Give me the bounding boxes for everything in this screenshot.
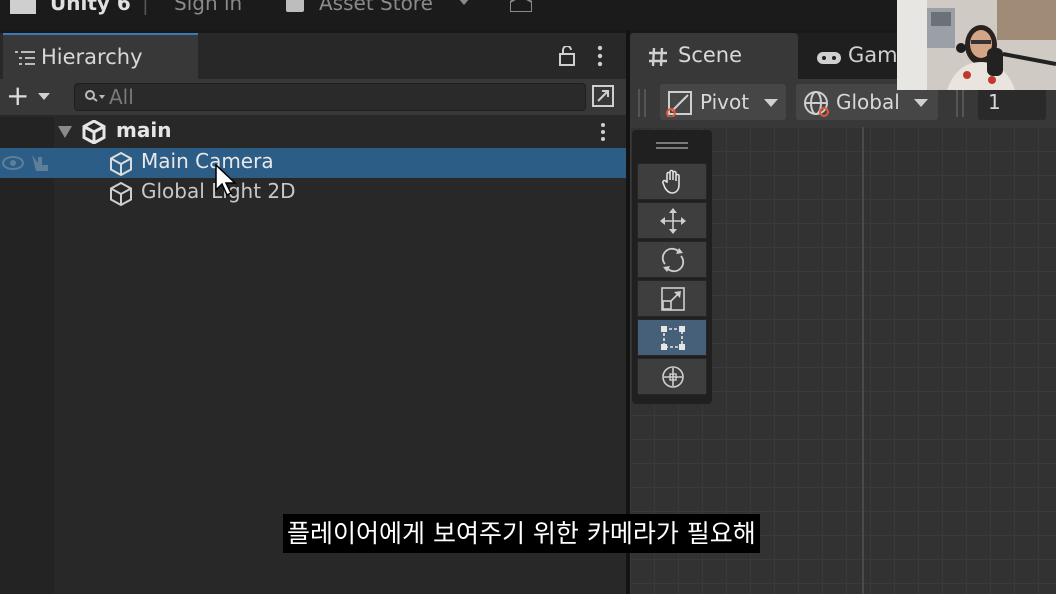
gameobject-cube-icon [110, 181, 132, 207]
add-object-button[interactable]: + [6, 79, 29, 112]
visibility-eye-icon[interactable] [2, 156, 24, 170]
transform-icon [662, 366, 684, 388]
snap-value-input[interactable] [988, 90, 1038, 114]
expand-icon[interactable] [592, 85, 614, 107]
tree-row-global-light[interactable]: Global Light 2D [0, 178, 626, 208]
hand-icon [662, 169, 680, 194]
toolbar-grip-icon[interactable] [638, 89, 646, 117]
hierarchy-toolbar: + [0, 79, 626, 115]
list-icon [15, 51, 35, 65]
sign-in-button[interactable]: Sign in [174, 0, 242, 15]
transform-tool-button[interactable] [637, 358, 707, 395]
rotate-icon [661, 247, 685, 273]
move-tool-button[interactable] [637, 202, 707, 239]
chevron-down-icon[interactable] [458, 0, 470, 6]
webcam-overlay [897, 0, 1056, 90]
caret-down-icon[interactable] [58, 126, 72, 138]
unity-logo-icon [10, 0, 36, 14]
rotate-tool-button[interactable] [637, 241, 707, 278]
asset-store-icon [286, 0, 304, 12]
globe-icon [804, 91, 829, 117]
tab-hierarchy-label: Hierarchy [41, 45, 143, 69]
pickable-hand-icon[interactable] [28, 153, 50, 173]
scale-tool-button[interactable] [637, 280, 707, 317]
tree-item-label: main [116, 118, 172, 142]
tree-row-main-camera[interactable]: Main Camera [0, 148, 626, 178]
kebab-menu-icon[interactable] [596, 45, 604, 67]
cloud-icon[interactable] [510, 0, 532, 12]
global-label: Global [836, 90, 900, 114]
hand-tool-button[interactable] [637, 163, 707, 200]
add-dropdown-icon[interactable] [38, 93, 50, 100]
tree-row-scene[interactable]: main [0, 117, 626, 147]
lock-icon[interactable] [558, 46, 576, 66]
tab-scene-label: Scene [678, 43, 743, 67]
topbar-divider: | [142, 0, 149, 15]
scene-panel: Scene Gam Pivot Global 1 [630, 33, 1056, 594]
tools-overlay [632, 130, 712, 404]
pivot-caret-icon [764, 99, 778, 107]
hierarchy-panel: Hierarchy + All main Main Camera Global … [0, 33, 626, 594]
hierarchy-search[interactable] [74, 83, 586, 111]
unity-scene-icon [82, 120, 106, 144]
pivot-icon [666, 91, 692, 117]
hash-icon [649, 47, 667, 67]
search-input[interactable] [109, 86, 509, 108]
tab-scene[interactable]: Scene [630, 33, 798, 79]
gamepad-icon [817, 52, 841, 64]
search-icon [85, 90, 105, 102]
mouse-cursor-icon [215, 164, 237, 196]
video-subtitle: 플레이어에게 보여주기 위한 카메라가 필요해 [283, 514, 760, 553]
toolbar-grip-icon[interactable] [956, 89, 964, 117]
y-axis-line [862, 127, 864, 594]
scale-icon [661, 287, 685, 311]
tab-hierarchy[interactable]: Hierarchy [3, 33, 198, 79]
rect-transform-icon [661, 326, 685, 350]
global-caret-icon [914, 99, 928, 107]
pivot-label: Pivot [700, 90, 750, 114]
pivot-dropdown[interactable]: Pivot [660, 84, 786, 120]
tree-item-label: Main Camera [141, 149, 274, 173]
tab-game-label: Gam [848, 43, 898, 67]
app-title: Unity 6 [50, 0, 131, 15]
scene-kebab-icon[interactable] [600, 123, 606, 141]
asset-store-button[interactable]: Asset Store [319, 0, 433, 15]
overlay-drag-handle-icon[interactable] [656, 142, 688, 149]
gameobject-cube-icon [110, 151, 132, 177]
streamer-webcam-image [897, 0, 1056, 90]
move-icon [660, 208, 686, 234]
rect-tool-button[interactable] [637, 319, 707, 356]
